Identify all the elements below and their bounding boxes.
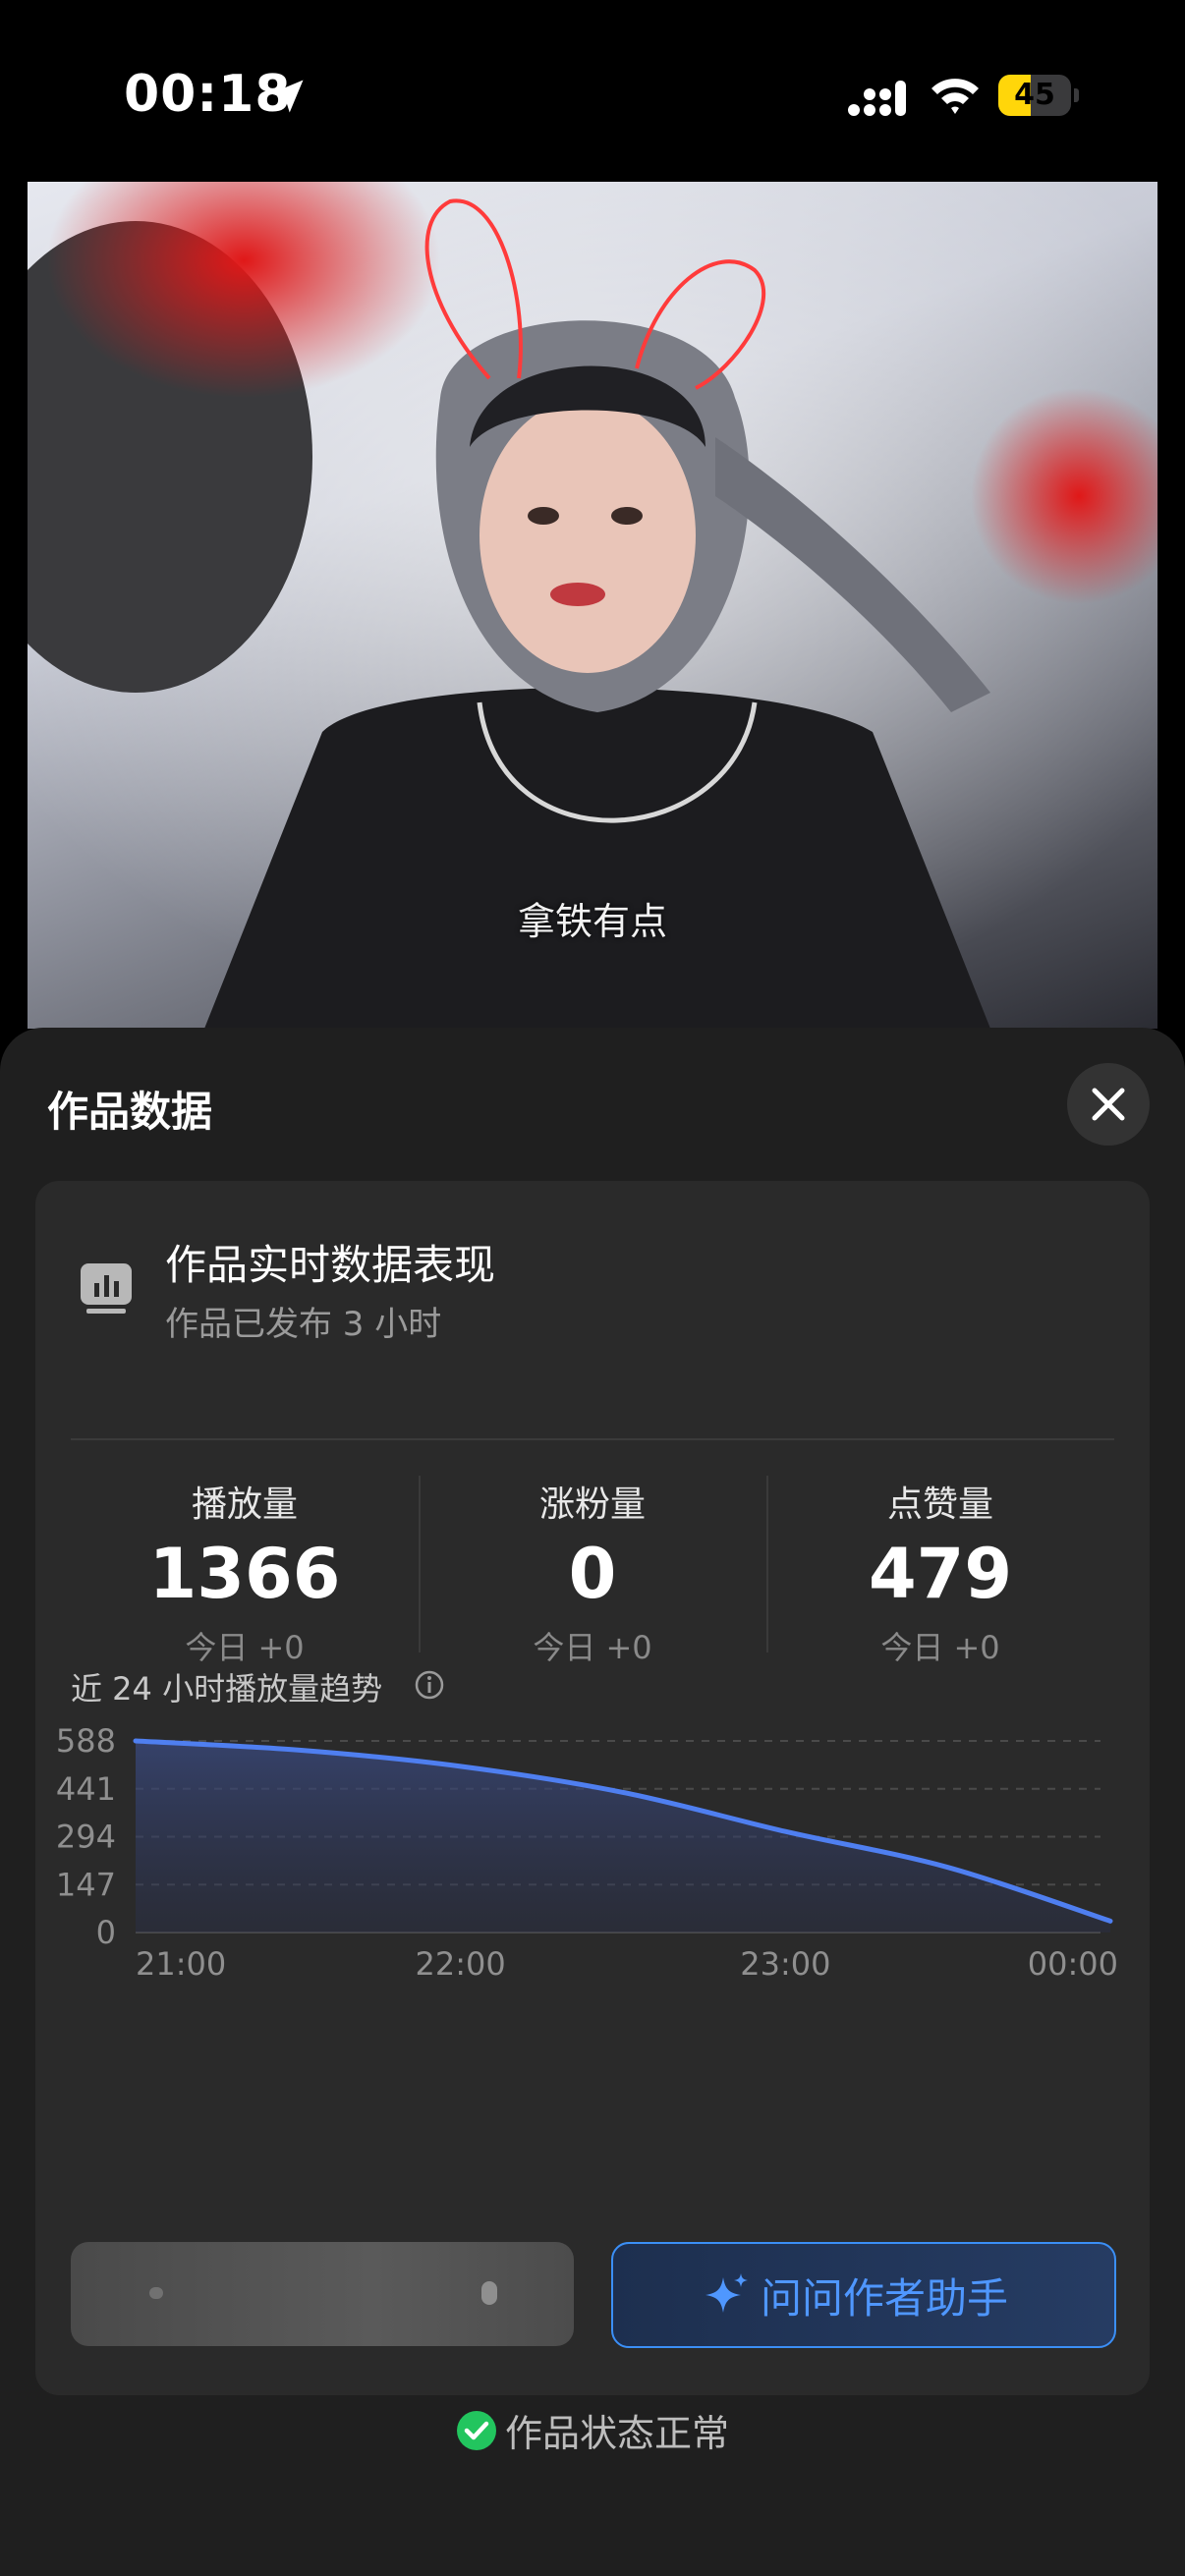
stat-today: 今日 +0: [185, 1629, 305, 1666]
work-data-sheet: 作品数据 作品实时数据表现 作品已发布 3 小时 播放量 1366 今日 +0 …: [0, 1028, 1185, 2576]
bar-chart-icon: [81, 1263, 132, 1314]
blurred-action-button[interactable]: [71, 2242, 574, 2346]
cover-watermark-text: 拿铁有点: [517, 900, 667, 943]
work-status: 作品状态正常: [0, 2403, 1185, 2457]
card-subtitle: 作品已发布 3 小时: [165, 1305, 442, 1344]
battery-indicator: 45: [998, 75, 1081, 118]
trend-area: [136, 1741, 1110, 1932]
x-tick-label: 21:00: [136, 1945, 226, 1983]
stat-value: 479: [868, 1534, 1013, 1614]
card-title: 作品实时数据表现: [165, 1241, 496, 1289]
ask-assistant-button[interactable]: 问问作者助手: [611, 2242, 1116, 2348]
y-tick-label: 0: [96, 1914, 116, 1951]
play-trend-chart[interactable]: 588 441 294 147 0 21:00 22:00 23:00 00:00: [35, 1711, 1150, 2085]
ask-assistant-label: 问问作者助手: [761, 2274, 1009, 2323]
stat-label: 涨粉量: [538, 1484, 646, 1525]
y-tick-label: 588: [56, 1722, 116, 1760]
trend-title: 近 24 小时播放量趋势: [71, 1670, 383, 1708]
stat-label: 播放量: [191, 1484, 298, 1525]
sheet-title: 作品数据: [47, 1088, 213, 1136]
y-tick-label: 441: [56, 1770, 116, 1808]
stat-today: 今日 +0: [880, 1629, 1000, 1666]
divider: [71, 1438, 1114, 1440]
cellular-signal-icon: [848, 81, 906, 116]
stat-label: 点赞量: [886, 1484, 993, 1525]
y-tick-label: 147: [56, 1866, 116, 1903]
x-tick-label: 22:00: [416, 1945, 506, 1983]
battery-percent: 45: [1014, 78, 1055, 112]
stat-value: 1366: [148, 1534, 341, 1614]
stat-value: 0: [568, 1534, 617, 1614]
close-icon: [1092, 1088, 1125, 1121]
stat-today: 今日 +0: [533, 1629, 652, 1666]
y-tick-label: 294: [56, 1819, 116, 1856]
location-arrow-icon: [270, 80, 304, 113]
close-button[interactable]: [1067, 1063, 1150, 1146]
stat-followers[interactable]: 涨粉量 0 今日 +0: [419, 1476, 766, 1668]
wifi-icon: [931, 79, 979, 114]
video-cover-image[interactable]: 拿铁有点: [28, 182, 1157, 1029]
status-bar: 00:18 45: [0, 0, 1185, 177]
stat-plays[interactable]: 播放量 1366 今日 +0: [71, 1476, 419, 1668]
x-tick-label: 23:00: [740, 1945, 830, 1983]
realtime-data-card: 作品实时数据表现 作品已发布 3 小时 播放量 1366 今日 +0 涨粉量 0…: [35, 1181, 1150, 2395]
check-circle-icon: [456, 2410, 496, 2450]
info-icon[interactable]: [413, 1668, 446, 1702]
x-tick-label: 00:00: [1028, 1945, 1118, 1983]
sparkle-icon: [705, 2273, 748, 2313]
stat-likes[interactable]: 点赞量 479 今日 +0: [766, 1476, 1114, 1668]
work-status-text: 作品状态正常: [504, 2412, 729, 2455]
